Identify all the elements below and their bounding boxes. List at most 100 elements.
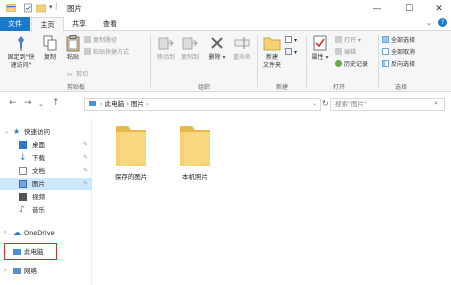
group-open-label: 打开 <box>333 84 346 91</box>
new-folder-button[interactable]: 新建 文件夹 <box>259 34 285 70</box>
breadcrumb-pictures[interactable]: 图片 <box>131 100 144 108</box>
ribbon-separator <box>378 35 379 87</box>
video-icon <box>19 193 27 201</box>
history-button[interactable]: 历史记录 <box>335 60 368 69</box>
collapse-ribbon-icon[interactable]: ⌄ <box>426 19 432 27</box>
nav-network[interactable]: › 网络 <box>0 265 92 277</box>
close-button[interactable]: ✕ <box>425 0 451 17</box>
pin-quick-access-button[interactable]: 固定到"快 速访问" <box>4 34 38 70</box>
address-bar[interactable]: › 此电脑 › 图片 › <box>84 98 321 111</box>
explorer-icon[interactable] <box>6 3 16 13</box>
tab-home[interactable]: 主页 <box>31 17 64 32</box>
open-label: 打开 <box>344 37 357 44</box>
recent-locations-icon[interactable]: ⌄ <box>38 100 44 108</box>
up-arrow-icon[interactable]: ↑ <box>52 98 60 108</box>
desktop-icon <box>19 141 27 149</box>
expand-chevron-icon: › <box>4 267 7 274</box>
folder-item[interactable]: 保存的图片 <box>101 122 161 181</box>
document-icon <box>19 167 27 175</box>
rename-label: 重命名 <box>232 54 251 61</box>
properties-icon[interactable] <box>23 3 33 13</box>
properties-label: 属性 <box>311 54 324 61</box>
address-dropdown-icon[interactable]: ⌄ <box>312 100 317 107</box>
invert-selection-label: 反向选择 <box>391 61 416 68</box>
tab-view[interactable]: 查看 <box>96 17 124 31</box>
folder-name: 保存的图片 <box>114 173 148 181</box>
edit-icon <box>335 48 342 55</box>
nav-videos-label: 视频 <box>32 193 45 201</box>
nav-desktop-label: 桌面 <box>32 141 45 149</box>
pin-icon[interactable]: ✎ <box>83 152 88 164</box>
rename-button[interactable]: 重命名 <box>230 34 254 62</box>
folder-name: 本机照片 <box>182 173 208 181</box>
ribbon: 固定到"快 速访问" 复制 粘贴 复制路径 粘贴快捷方式 ✂ 剪切 剪贴板 移动到 <box>0 31 451 92</box>
title-separator: | <box>55 2 58 10</box>
nav-pictures-label: 图片 <box>32 180 45 188</box>
expand-chevron-icon: ⌄ <box>4 128 10 135</box>
invert-selection-button[interactable]: 反向选择 <box>382 60 415 69</box>
maximize-button[interactable]: ☐ <box>395 0 423 17</box>
new-folder-label: 新建 文件夹 <box>262 54 281 69</box>
forward-arrow-icon[interactable]: → <box>24 98 32 108</box>
nav-documents-label: 文档 <box>32 167 45 175</box>
copy-to-button[interactable]: 复制到 <box>178 34 202 62</box>
move-to-icon <box>158 37 174 50</box>
refresh-icon[interactable]: ↻ <box>322 99 329 108</box>
cut-button[interactable]: ✂ 剪切 <box>67 70 88 79</box>
easy-access-button[interactable]: ▾ <box>285 48 297 57</box>
customize-toolbar-icon[interactable]: ▾ <box>49 3 53 11</box>
copy-to-label: 复制到 <box>180 54 199 61</box>
history-label: 历史记录 <box>344 61 369 68</box>
paste-shortcut-icon <box>84 48 91 55</box>
nav-desktop[interactable]: 桌面 ✎ <box>0 139 92 151</box>
nav-downloads[interactable]: ↓ 下载 ✎ <box>0 152 92 164</box>
nav-documents[interactable]: 文档 ✎ <box>0 165 92 177</box>
group-new-label: 新建 <box>276 84 289 91</box>
paste-shortcut-button[interactable]: 粘贴快捷方式 <box>84 48 129 57</box>
help-icon[interactable]: ? <box>438 18 447 27</box>
select-all-button[interactable]: 全部选择 <box>382 36 415 45</box>
folder-item[interactable]: 本机照片 <box>165 122 225 181</box>
move-to-button[interactable]: 移动到 <box>154 34 178 62</box>
open-button[interactable]: 打开 ▾ <box>335 36 361 45</box>
minimize-button[interactable]: — <box>363 0 391 17</box>
edit-button[interactable]: 编辑 <box>335 48 356 57</box>
history-icon <box>335 60 342 67</box>
nav-onedrive[interactable]: › ☁ OneDrive <box>0 227 92 239</box>
ribbon-separator <box>150 35 151 87</box>
paste-button[interactable]: 粘贴 <box>63 34 83 62</box>
pin-icon[interactable]: ✎ <box>83 165 88 177</box>
breadcrumb-this-pc[interactable]: 此电脑 <box>105 100 125 108</box>
group-clipboard-label: 剪贴板 <box>67 84 86 91</box>
nav-music[interactable]: ♪ 音乐 <box>0 204 92 216</box>
paste-shortcut-label: 粘贴快捷方式 <box>93 49 130 56</box>
back-arrow-icon[interactable]: ← <box>9 98 17 108</box>
new-item-button[interactable]: ▾ <box>285 36 297 45</box>
pictures-icon <box>19 180 27 188</box>
properties-check-icon <box>313 35 327 51</box>
tab-file[interactable]: 文件 <box>0 17 30 31</box>
download-icon: ↓ <box>19 153 27 163</box>
nav-quick-access[interactable]: ⌄ ★ 快速访问 <box>0 126 92 138</box>
search-icon[interactable]: ⌕ <box>434 99 438 108</box>
properties-button[interactable]: 属性 ▾ <box>308 34 332 62</box>
copy-button[interactable]: 复制 <box>40 34 60 62</box>
delete-button[interactable]: 删除 ▾ <box>206 34 228 62</box>
nav-onedrive-label: OneDrive <box>24 229 55 237</box>
nav-videos[interactable]: 视频 <box>0 191 92 203</box>
nav-pictures[interactable]: 图片 ✎ <box>0 178 92 190</box>
network-icon <box>13 268 21 274</box>
expand-chevron-icon: › <box>4 229 7 236</box>
pin-icon <box>18 36 24 51</box>
copy-path-button[interactable]: 复制路径 <box>84 36 117 45</box>
search-input[interactable]: 搜索"图片" <box>330 98 445 111</box>
rename-icon <box>234 37 250 49</box>
pin-icon[interactable]: ✎ <box>83 178 88 190</box>
new-folder-icon[interactable] <box>36 3 46 13</box>
folder-icon <box>180 126 210 166</box>
ribbon-tabs: 文件 主页 共享 查看 ⌄ ? <box>0 17 451 32</box>
clipboard-icon <box>66 35 80 52</box>
pin-icon[interactable]: ✎ <box>83 139 88 151</box>
tab-share[interactable]: 共享 <box>65 17 93 31</box>
select-none-button[interactable]: 全部取消 <box>382 48 415 57</box>
